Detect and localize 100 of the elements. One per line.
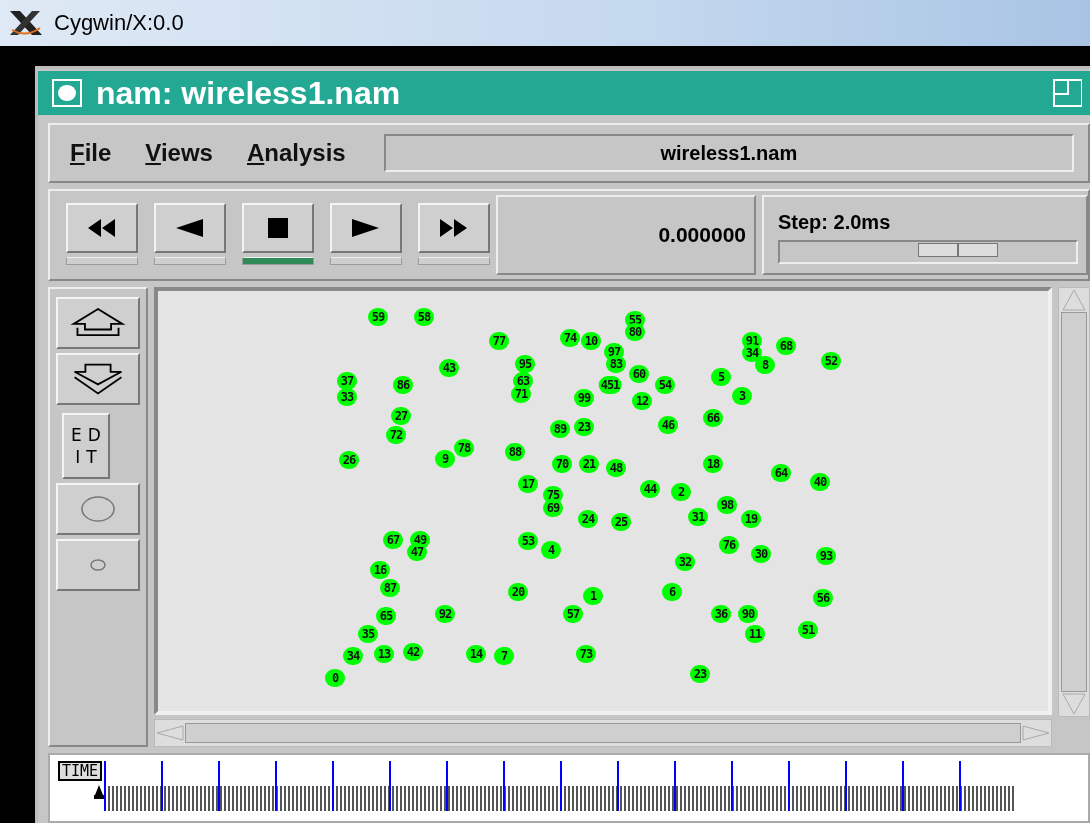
zoom-out-button[interactable]: [56, 353, 140, 405]
stop-button[interactable]: [242, 203, 314, 253]
network-node: 9: [435, 450, 455, 468]
network-node: 3: [732, 387, 752, 405]
network-node: 18: [703, 455, 723, 473]
network-node: 47: [407, 543, 427, 561]
network-node: 23: [574, 418, 594, 436]
network-node: 5: [711, 368, 731, 386]
edit-button[interactable]: EDIT: [62, 413, 110, 479]
network-node: 44: [640, 480, 660, 498]
network-node: 10: [581, 332, 601, 350]
network-node: 80: [625, 323, 645, 341]
network-node: 27: [391, 407, 411, 425]
network-node: 77: [489, 332, 509, 350]
network-node: 23: [690, 665, 710, 683]
network-node: 51: [798, 621, 818, 639]
circle-icon: [90, 559, 106, 571]
network-node: 66: [703, 409, 723, 427]
network-node: 57: [563, 605, 583, 623]
network-node: 42: [403, 643, 423, 661]
network-node: 451: [598, 376, 622, 394]
network-node: 8: [755, 356, 775, 374]
network-node: 26: [339, 451, 359, 469]
screen-title: Cygwin/X:0.0: [54, 10, 184, 36]
network-node: 21: [579, 455, 599, 473]
network-node: 7: [494, 647, 514, 665]
network-node: 59: [368, 308, 388, 326]
small-node-button[interactable]: [56, 539, 140, 591]
network-node: 46: [658, 416, 678, 434]
network-node: 70: [552, 455, 572, 473]
network-node: 99: [574, 389, 594, 407]
network-node: 60: [629, 365, 649, 383]
file-name-field: wireless1.nam: [383, 134, 1074, 172]
menu-item[interactable]: Views: [145, 139, 213, 167]
play-icon: [352, 219, 380, 237]
step-label: Step: 2.0ms: [778, 211, 892, 234]
network-node: 87: [380, 579, 400, 597]
network-node: 54: [655, 376, 675, 394]
back-icon: [176, 219, 204, 237]
network-node: 20: [508, 583, 528, 601]
zoom-in-button[interactable]: [56, 297, 140, 349]
network-node: 19: [741, 510, 761, 528]
network-node: 0: [325, 669, 345, 687]
forward-button[interactable]: [418, 203, 490, 253]
network-node: 98: [717, 496, 737, 514]
window-menu-button[interactable]: [52, 79, 82, 107]
slider-thumb[interactable]: [917, 243, 998, 257]
network-node: 53: [518, 532, 538, 550]
network-node: 16: [370, 561, 390, 579]
circle-icon: [81, 496, 115, 522]
network-node: 13: [374, 645, 394, 663]
network-node: 17: [518, 475, 538, 493]
window-title: nam: wireless1.nam: [96, 74, 402, 112]
network-node: 76: [719, 536, 739, 554]
step-slider[interactable]: [778, 240, 1078, 264]
network-node: 43: [439, 359, 459, 377]
network-node: 37: [337, 372, 357, 390]
network-node: 40: [810, 473, 830, 491]
network-node: 2: [671, 483, 691, 501]
time-label: TIME: [58, 761, 103, 781]
network-node: 73: [576, 645, 596, 663]
network-node: 52: [821, 352, 841, 370]
network-node: 71: [511, 385, 531, 403]
network-node: 67: [383, 531, 403, 549]
network-node: 6: [662, 583, 682, 601]
network-node: 78: [454, 439, 474, 457]
menu-item[interactable]: File: [70, 139, 112, 167]
network-node: 24: [578, 510, 598, 528]
network-node: 11: [745, 625, 765, 643]
network-node: 86: [393, 376, 413, 394]
network-node: 31: [688, 508, 708, 526]
play-button[interactable]: [330, 203, 402, 253]
network-node: 32: [675, 553, 695, 571]
maximize-icon[interactable]: [1052, 78, 1082, 108]
network-node: 88: [505, 443, 525, 461]
network-node: 30: [751, 545, 771, 563]
network-node: 14: [466, 645, 486, 663]
stop-icon: [268, 218, 288, 238]
network-node: 34: [742, 344, 762, 362]
rewind-button[interactable]: [66, 203, 138, 253]
network-node: 36: [711, 605, 731, 623]
network-node: 25: [611, 513, 631, 531]
network-node: 64: [771, 464, 791, 482]
network-node: 93: [816, 547, 836, 565]
network-node: 1: [583, 587, 603, 605]
network-node: 69: [543, 499, 563, 517]
large-node-button[interactable]: [56, 483, 140, 535]
network-node: 65: [376, 607, 396, 625]
network-node: 90: [738, 605, 758, 623]
network-node: 72: [386, 426, 406, 444]
network-node: 83: [606, 355, 626, 373]
back-button[interactable]: [154, 203, 226, 253]
network-node: 89: [550, 420, 570, 438]
menu-item[interactable]: Analysis: [246, 139, 346, 167]
fast-forward-icon: [440, 219, 468, 237]
network-node: 68: [776, 337, 796, 355]
time-marker-icon[interactable]: [94, 785, 105, 799]
network-node: 74: [560, 329, 580, 347]
timeline[interactable]: TIME: [48, 753, 1090, 823]
network-node: 35: [358, 625, 378, 643]
